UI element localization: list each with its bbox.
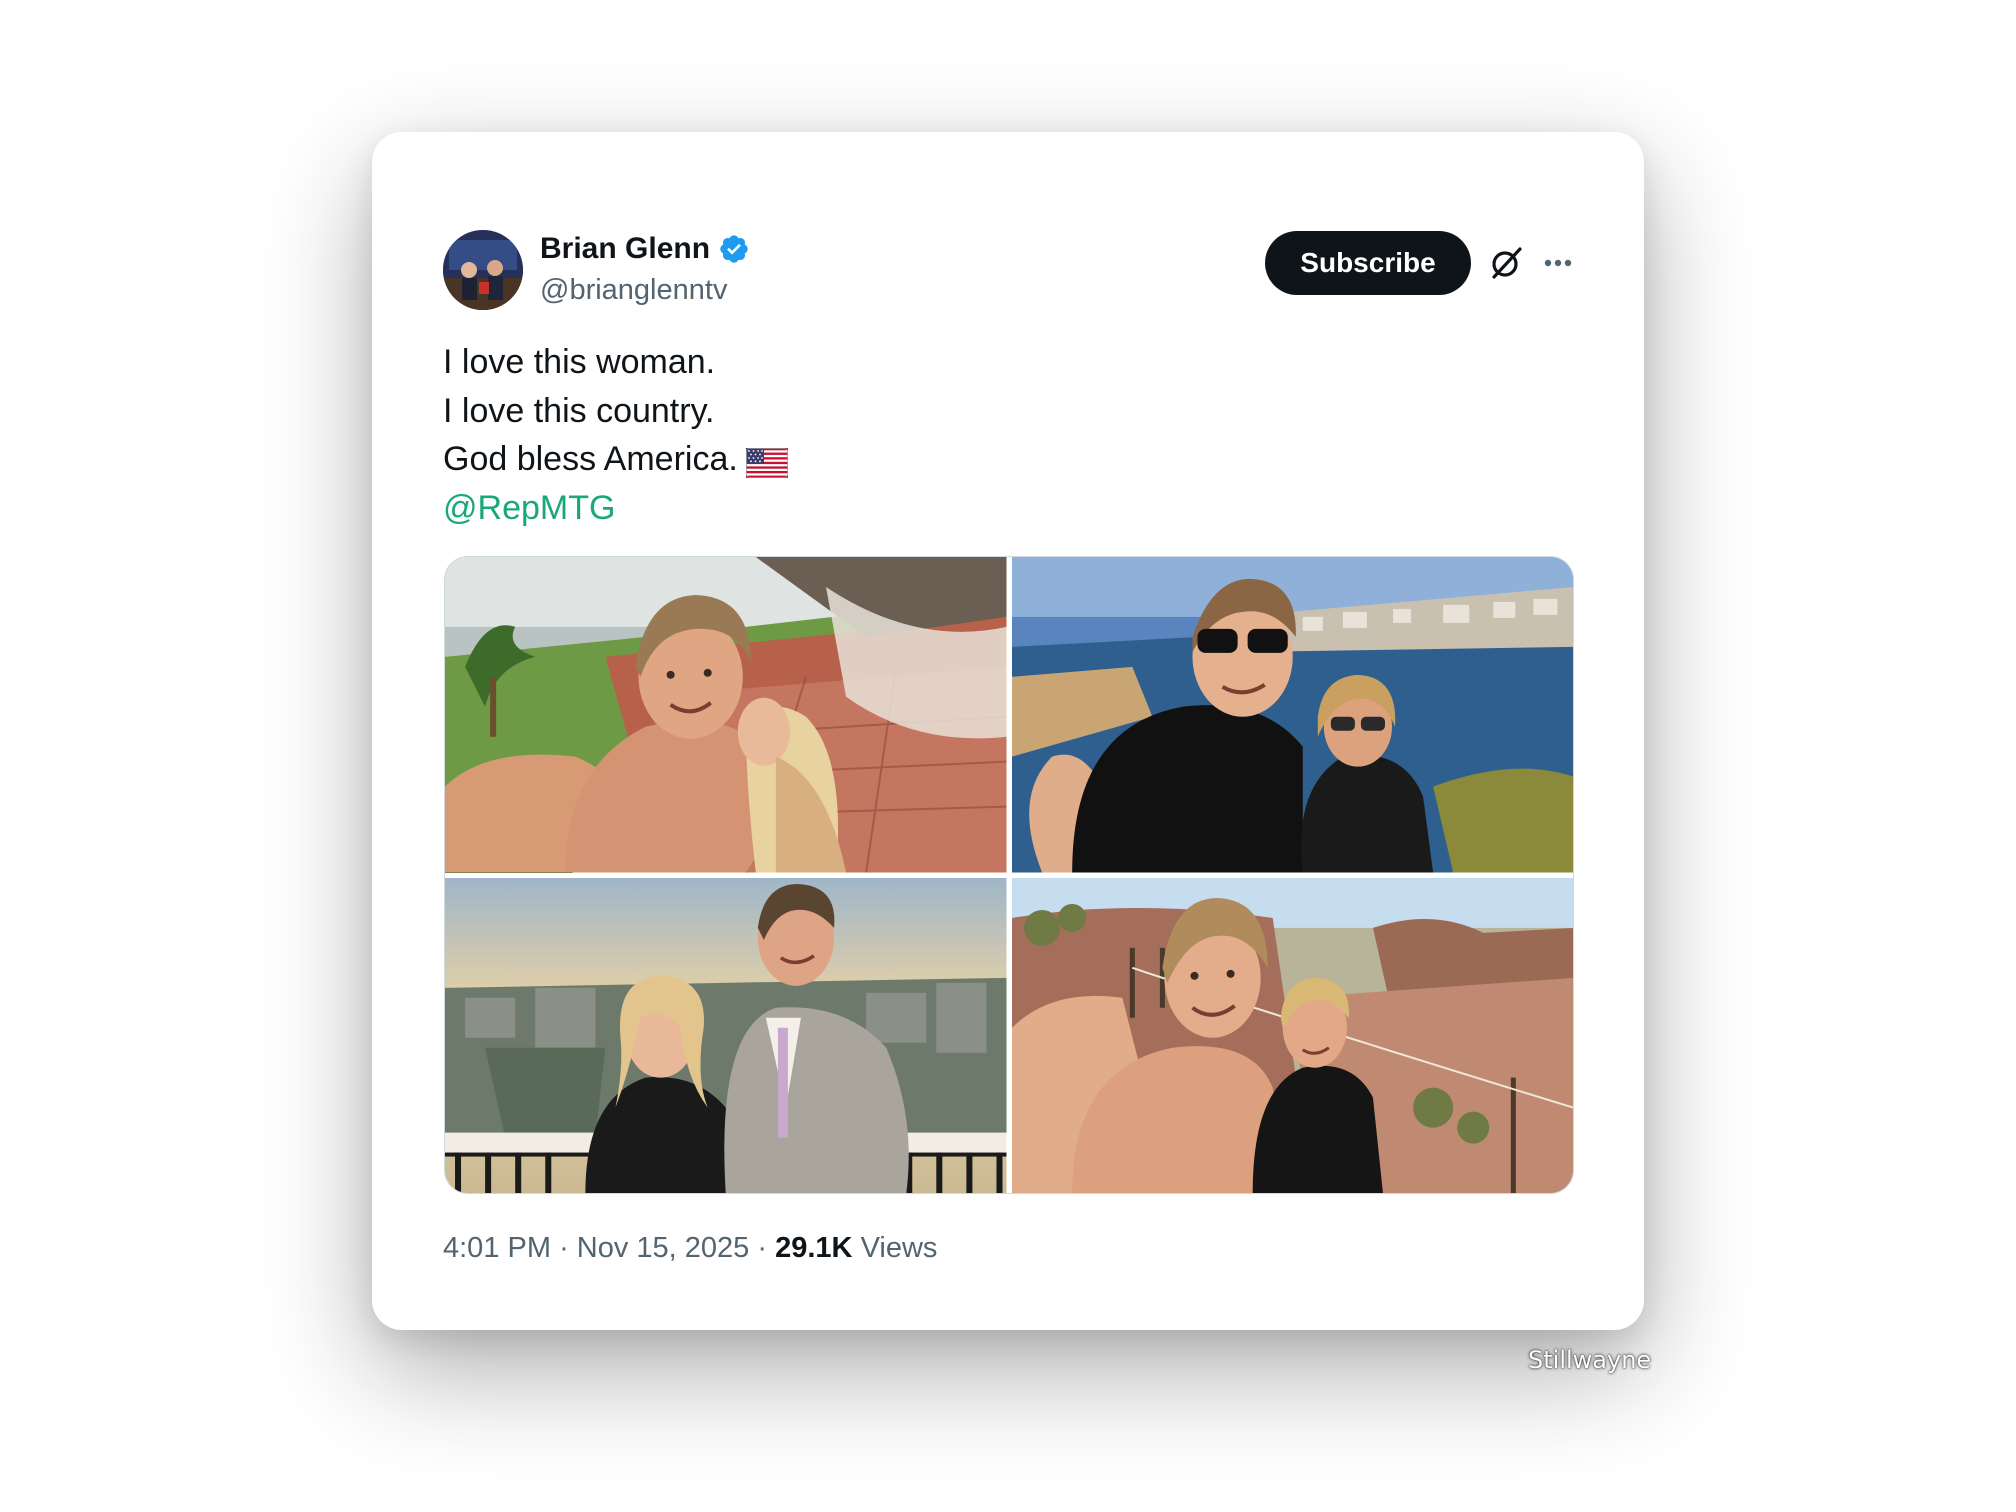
media-grid: [444, 556, 1574, 1194]
tweet-line-3: God bless America.: [443, 435, 788, 484]
author-name-text[interactable]: Brian Glenn: [540, 232, 710, 266]
views-label: Views: [860, 1232, 938, 1264]
tweet-meta: 4:01 PM · Nov 15, 2025 · 29.1K Views: [443, 1232, 937, 1265]
tweet-line-2: I love this country.: [443, 391, 715, 430]
tweet-date[interactable]: Nov 15, 2025: [577, 1232, 750, 1264]
us-flag-icon: [745, 443, 788, 479]
verified-badge-icon: [718, 233, 750, 265]
mention-link[interactable]: @RepMTG: [443, 484, 788, 533]
views-count: 29.1K: [775, 1232, 853, 1264]
meta-separator: ·: [559, 1232, 569, 1264]
tweet-card: Brian Glenn @brianglenntv Subscribe I lo…: [372, 132, 1644, 1330]
author-name[interactable]: Brian Glenn: [540, 232, 750, 266]
photo-3[interactable]: [445, 877, 1007, 1193]
tweet-line-1: I love this woman.: [443, 343, 716, 381]
tweet-text: I love this woman. I love this country. …: [443, 338, 788, 532]
photo-4[interactable]: [1011, 877, 1573, 1193]
author-avatar[interactable]: [443, 230, 523, 310]
grok-icon[interactable]: [1487, 243, 1527, 283]
more-options-icon[interactable]: [1538, 243, 1578, 283]
watermark: Stillwayne: [1528, 1346, 1652, 1374]
tweet-line-3-text: God bless America.: [443, 440, 738, 478]
subscribe-button[interactable]: Subscribe: [1265, 231, 1471, 295]
tweet-time[interactable]: 4:01 PM: [443, 1232, 551, 1264]
meta-separator: ·: [757, 1232, 768, 1264]
photo-2[interactable]: [1011, 557, 1573, 873]
author-handle[interactable]: @brianglenntv: [540, 274, 727, 307]
photo-1[interactable]: [445, 557, 1007, 873]
